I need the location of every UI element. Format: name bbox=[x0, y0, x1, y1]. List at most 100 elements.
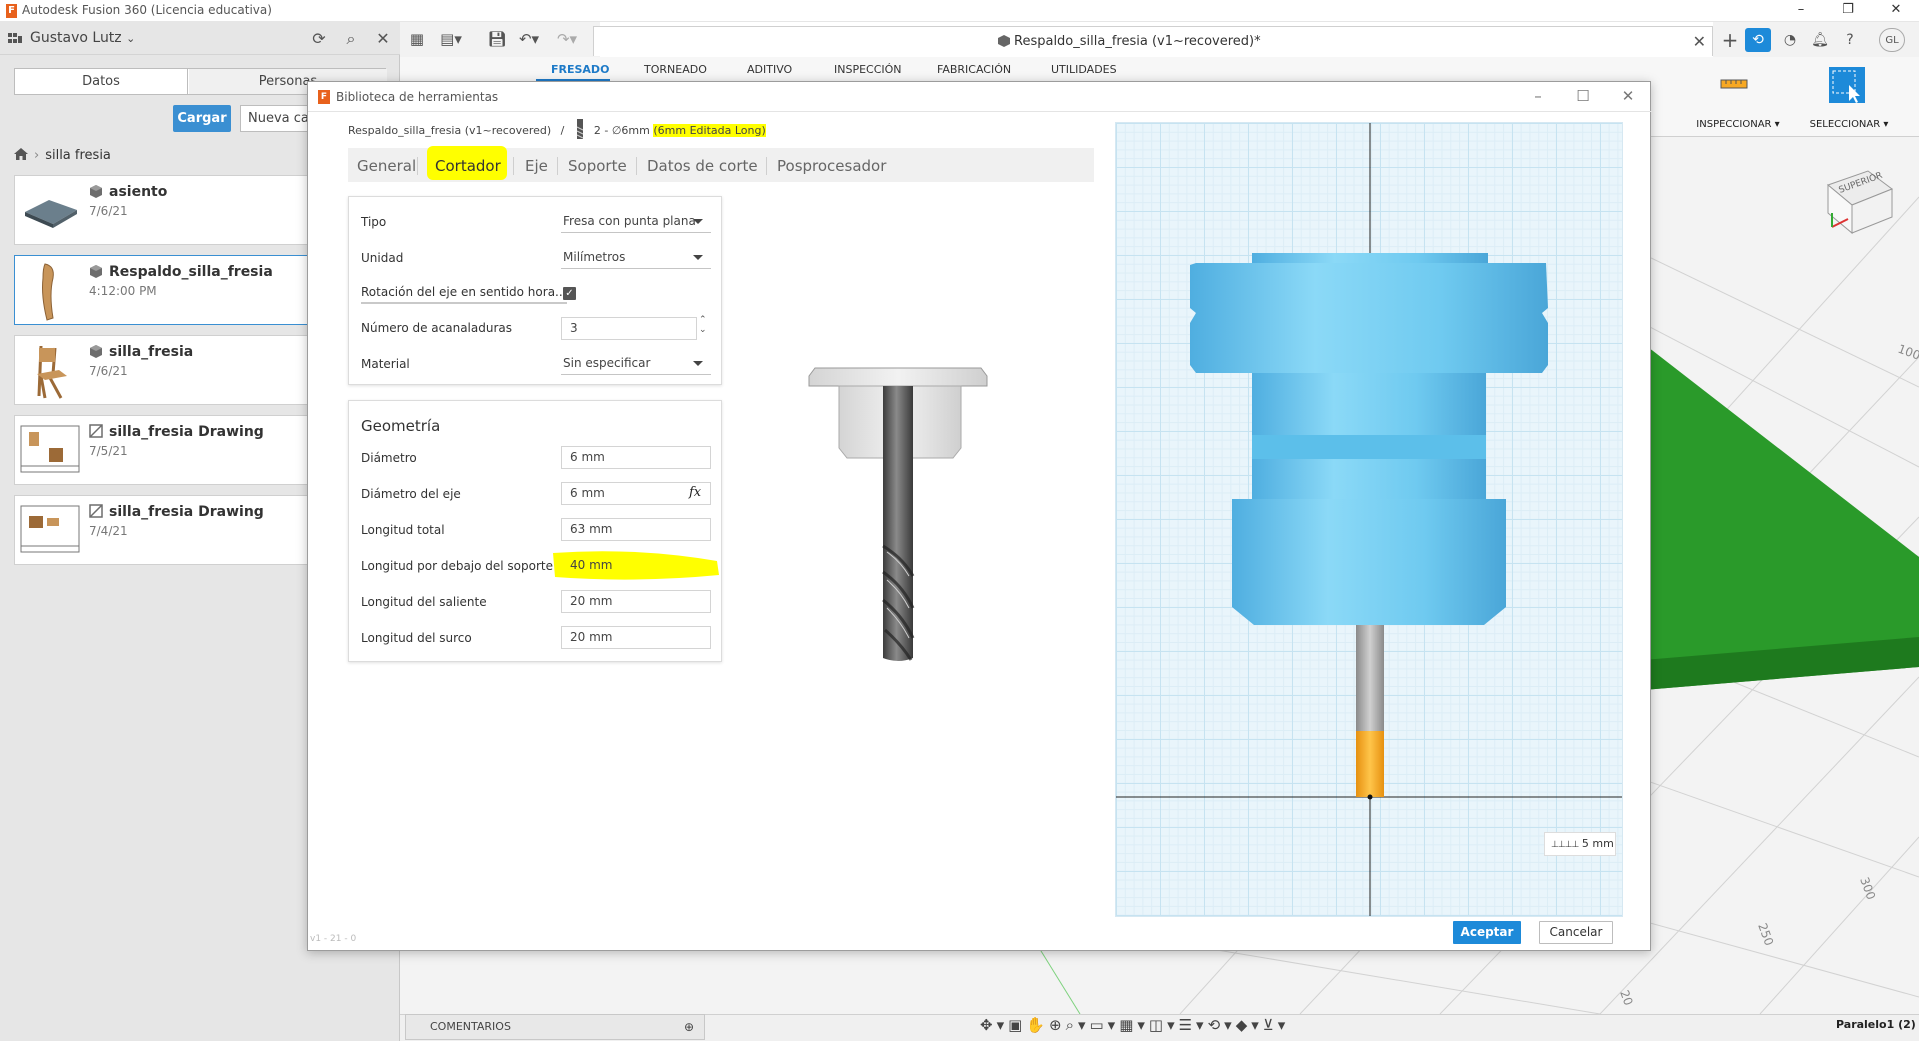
type-dropdown[interactable]: Fresa con punta plana bbox=[561, 211, 711, 233]
file-name: silla_fresia bbox=[109, 344, 194, 360]
tab-separator bbox=[766, 157, 767, 175]
camera-icon[interactable]: ⟲▾ bbox=[1208, 1016, 1236, 1034]
select-icon[interactable] bbox=[1827, 65, 1867, 105]
user-name[interactable]: Gustavo Lutz ⌄ bbox=[30, 30, 135, 46]
undo-icon[interactable]: ↶▾ bbox=[518, 30, 540, 50]
search-icon[interactable]: ⌕ bbox=[340, 28, 362, 50]
title-bar: F Autodesk Fusion 360 (Licencia educativ… bbox=[0, 0, 1919, 22]
select-group-label[interactable]: SELECCIONAR ▾ bbox=[1804, 119, 1894, 130]
tab-datos-de-corte[interactable]: Datos de corte bbox=[647, 157, 758, 175]
type-label: Tipo bbox=[361, 215, 387, 229]
top-right-toolbar: + ⟲ ◔ 🔔︎ ? GL bbox=[1713, 22, 1919, 57]
scale-bar: ⊥⊥⊥⊥ 5 mm bbox=[1544, 832, 1616, 856]
save-icon[interactable]: 💾︎ bbox=[486, 30, 508, 50]
drawing-file-icon bbox=[89, 504, 103, 518]
refresh-icon[interactable]: ⟳ bbox=[308, 28, 330, 50]
app-title: Autodesk Fusion 360 (Licencia educativa) bbox=[22, 3, 272, 17]
apps-grid-icon[interactable] bbox=[8, 33, 22, 45]
document-title: Respaldo_silla_fresia (v1~recovered)* bbox=[1014, 34, 1261, 49]
shoulder-length-input[interactable]: 20 mm bbox=[561, 590, 711, 613]
close-window-icon[interactable]: ✕ bbox=[1886, 2, 1906, 18]
cancel-button[interactable]: Cancelar bbox=[1539, 921, 1613, 944]
drawing-thumbnail bbox=[20, 505, 80, 553]
look-at-icon[interactable]: ▣ bbox=[1008, 1016, 1026, 1034]
tool-preview-canvas[interactable] bbox=[1115, 122, 1623, 917]
diameter-input[interactable]: 6 mm bbox=[561, 446, 711, 469]
viewcube[interactable]: SUPERIOR bbox=[1818, 167, 1898, 242]
overall-length-input[interactable]: 63 mm bbox=[561, 518, 711, 541]
close-panel-icon[interactable]: ✕ bbox=[372, 28, 394, 50]
filter-icon[interactable]: ⊻▾ bbox=[1263, 1016, 1290, 1034]
material-dropdown[interactable]: Sin especificar bbox=[561, 353, 711, 375]
silla-thumbnail bbox=[37, 345, 67, 399]
ribbon-tab-fabricacion[interactable]: FABRICACIÓN bbox=[937, 63, 1011, 76]
dialog-status: v1 - 21 - 0 bbox=[310, 934, 357, 944]
zoom-icon[interactable]: ⊕ bbox=[1049, 1016, 1066, 1034]
clockwise-checkbox[interactable]: ✓ bbox=[563, 287, 576, 300]
path-tool-name: (6mm Editada Long) bbox=[653, 124, 766, 137]
comments-panel[interactable]: COMENTARIOS ⊕ bbox=[405, 1014, 705, 1040]
dialog-title: Biblioteca de herramientas bbox=[336, 90, 499, 104]
grid-settings-icon[interactable]: ▦▾ bbox=[1119, 1016, 1149, 1034]
ribbon-tab-torneado[interactable]: TORNEADO bbox=[644, 63, 707, 76]
breadcrumb: › silla fresia bbox=[14, 148, 111, 163]
tab-soporte[interactable]: Soporte bbox=[568, 157, 627, 175]
flutes-input[interactable]: 3 bbox=[561, 317, 697, 340]
restore-icon[interactable]: ❐ bbox=[1838, 2, 1858, 18]
length-below-holder-input[interactable]: 40 mm bbox=[561, 554, 711, 577]
dialog-close-icon[interactable]: ✕ bbox=[1618, 87, 1638, 105]
breadcrumb-folder[interactable]: silla fresia bbox=[45, 148, 111, 163]
document-tab[interactable]: Respaldo_silla_fresia (v1~recovered)* ✕ bbox=[593, 26, 1713, 56]
upload-button[interactable]: Cargar bbox=[173, 105, 231, 132]
length-below-holder-label: Longitud por debajo del soporte bbox=[361, 559, 554, 573]
tab-datos[interactable]: Datos bbox=[15, 69, 188, 94]
tab-general[interactable]: General bbox=[357, 157, 416, 175]
tab-eje[interactable]: Eje bbox=[525, 157, 548, 175]
redo-icon[interactable]: ↷▾ bbox=[556, 30, 578, 50]
add-comment-icon[interactable]: ⊕ bbox=[684, 1015, 694, 1039]
dialog-title-bar[interactable]: F Biblioteca de herramientas – ☐ ✕ bbox=[308, 82, 1652, 112]
file-name: silla_fresia Drawing bbox=[109, 504, 264, 520]
ribbon-tab-inspeccion[interactable]: INSPECCIÓN bbox=[834, 63, 902, 76]
flute-length-input[interactable]: 20 mm bbox=[561, 626, 711, 649]
display-settings-icon[interactable]: ▭▾ bbox=[1090, 1016, 1120, 1034]
flutes-stepper[interactable]: ⌃ ⌄ bbox=[699, 315, 707, 335]
dialog-maximize-icon[interactable]: ☐ bbox=[1573, 87, 1593, 105]
help-icon[interactable]: ? bbox=[1837, 28, 1863, 52]
file-menu-icon[interactable]: ▤▾ bbox=[440, 30, 462, 50]
job-status-icon[interactable]: ◔ bbox=[1777, 28, 1803, 52]
new-tab-icon[interactable]: + bbox=[1717, 28, 1743, 52]
notifications-icon[interactable]: 🔔︎ bbox=[1807, 28, 1833, 52]
dialog-minimize-icon[interactable]: – bbox=[1528, 87, 1548, 105]
user-avatar[interactable]: GL bbox=[1879, 28, 1905, 52]
extensions-icon[interactable]: ⟲ bbox=[1745, 28, 1771, 52]
asiento-thumbnail bbox=[25, 200, 77, 228]
visual-style-icon[interactable]: ☰▾ bbox=[1179, 1016, 1208, 1034]
file-name: silla_fresia Drawing bbox=[109, 424, 264, 440]
file-name: Respaldo_silla_fresia bbox=[109, 264, 273, 280]
clockwise-label: Rotación del eje en sentido hora... bbox=[361, 285, 567, 304]
unit-dropdown[interactable]: Milímetros bbox=[561, 247, 711, 269]
zoom-window-icon[interactable]: ⌕▾ bbox=[1066, 1016, 1090, 1034]
close-tab-icon[interactable]: ✕ bbox=[1693, 32, 1706, 51]
apps-grid-icon[interactable]: ▦ bbox=[406, 30, 428, 50]
tab-separator bbox=[557, 157, 558, 175]
environment-icon[interactable]: ◆▾ bbox=[1236, 1016, 1263, 1034]
ribbon-tab-fresado[interactable]: FRESADO bbox=[551, 63, 609, 76]
orbit-icon[interactable]: ✥▾ bbox=[980, 1016, 1008, 1034]
measure-icon[interactable] bbox=[1720, 71, 1748, 95]
path-document[interactable]: Respaldo_silla_fresia (v1~recovered) bbox=[348, 124, 551, 137]
pan-icon[interactable]: ✋ bbox=[1026, 1016, 1049, 1034]
home-icon[interactable] bbox=[14, 148, 28, 160]
ribbon-tab-aditivo[interactable]: ADITIVO bbox=[747, 63, 792, 76]
tab-posprocesador[interactable]: Posprocesador bbox=[777, 157, 886, 175]
minimize-icon[interactable]: – bbox=[1791, 2, 1811, 18]
ribbon-tab-utilidades[interactable]: UTILIDADES bbox=[1051, 63, 1117, 76]
browser-item-label[interactable]: Paralelo1 (2) bbox=[1836, 1018, 1916, 1031]
function-fx-icon[interactable]: fx bbox=[689, 485, 701, 500]
flute-length-label: Longitud del surco bbox=[361, 631, 472, 645]
inspect-group-label[interactable]: INSPECCIONAR ▾ bbox=[1693, 119, 1783, 130]
accept-button[interactable]: Aceptar bbox=[1453, 921, 1521, 944]
viewports-icon[interactable]: ◫▾ bbox=[1149, 1016, 1179, 1034]
file-date: 7/6/21 bbox=[89, 364, 128, 378]
